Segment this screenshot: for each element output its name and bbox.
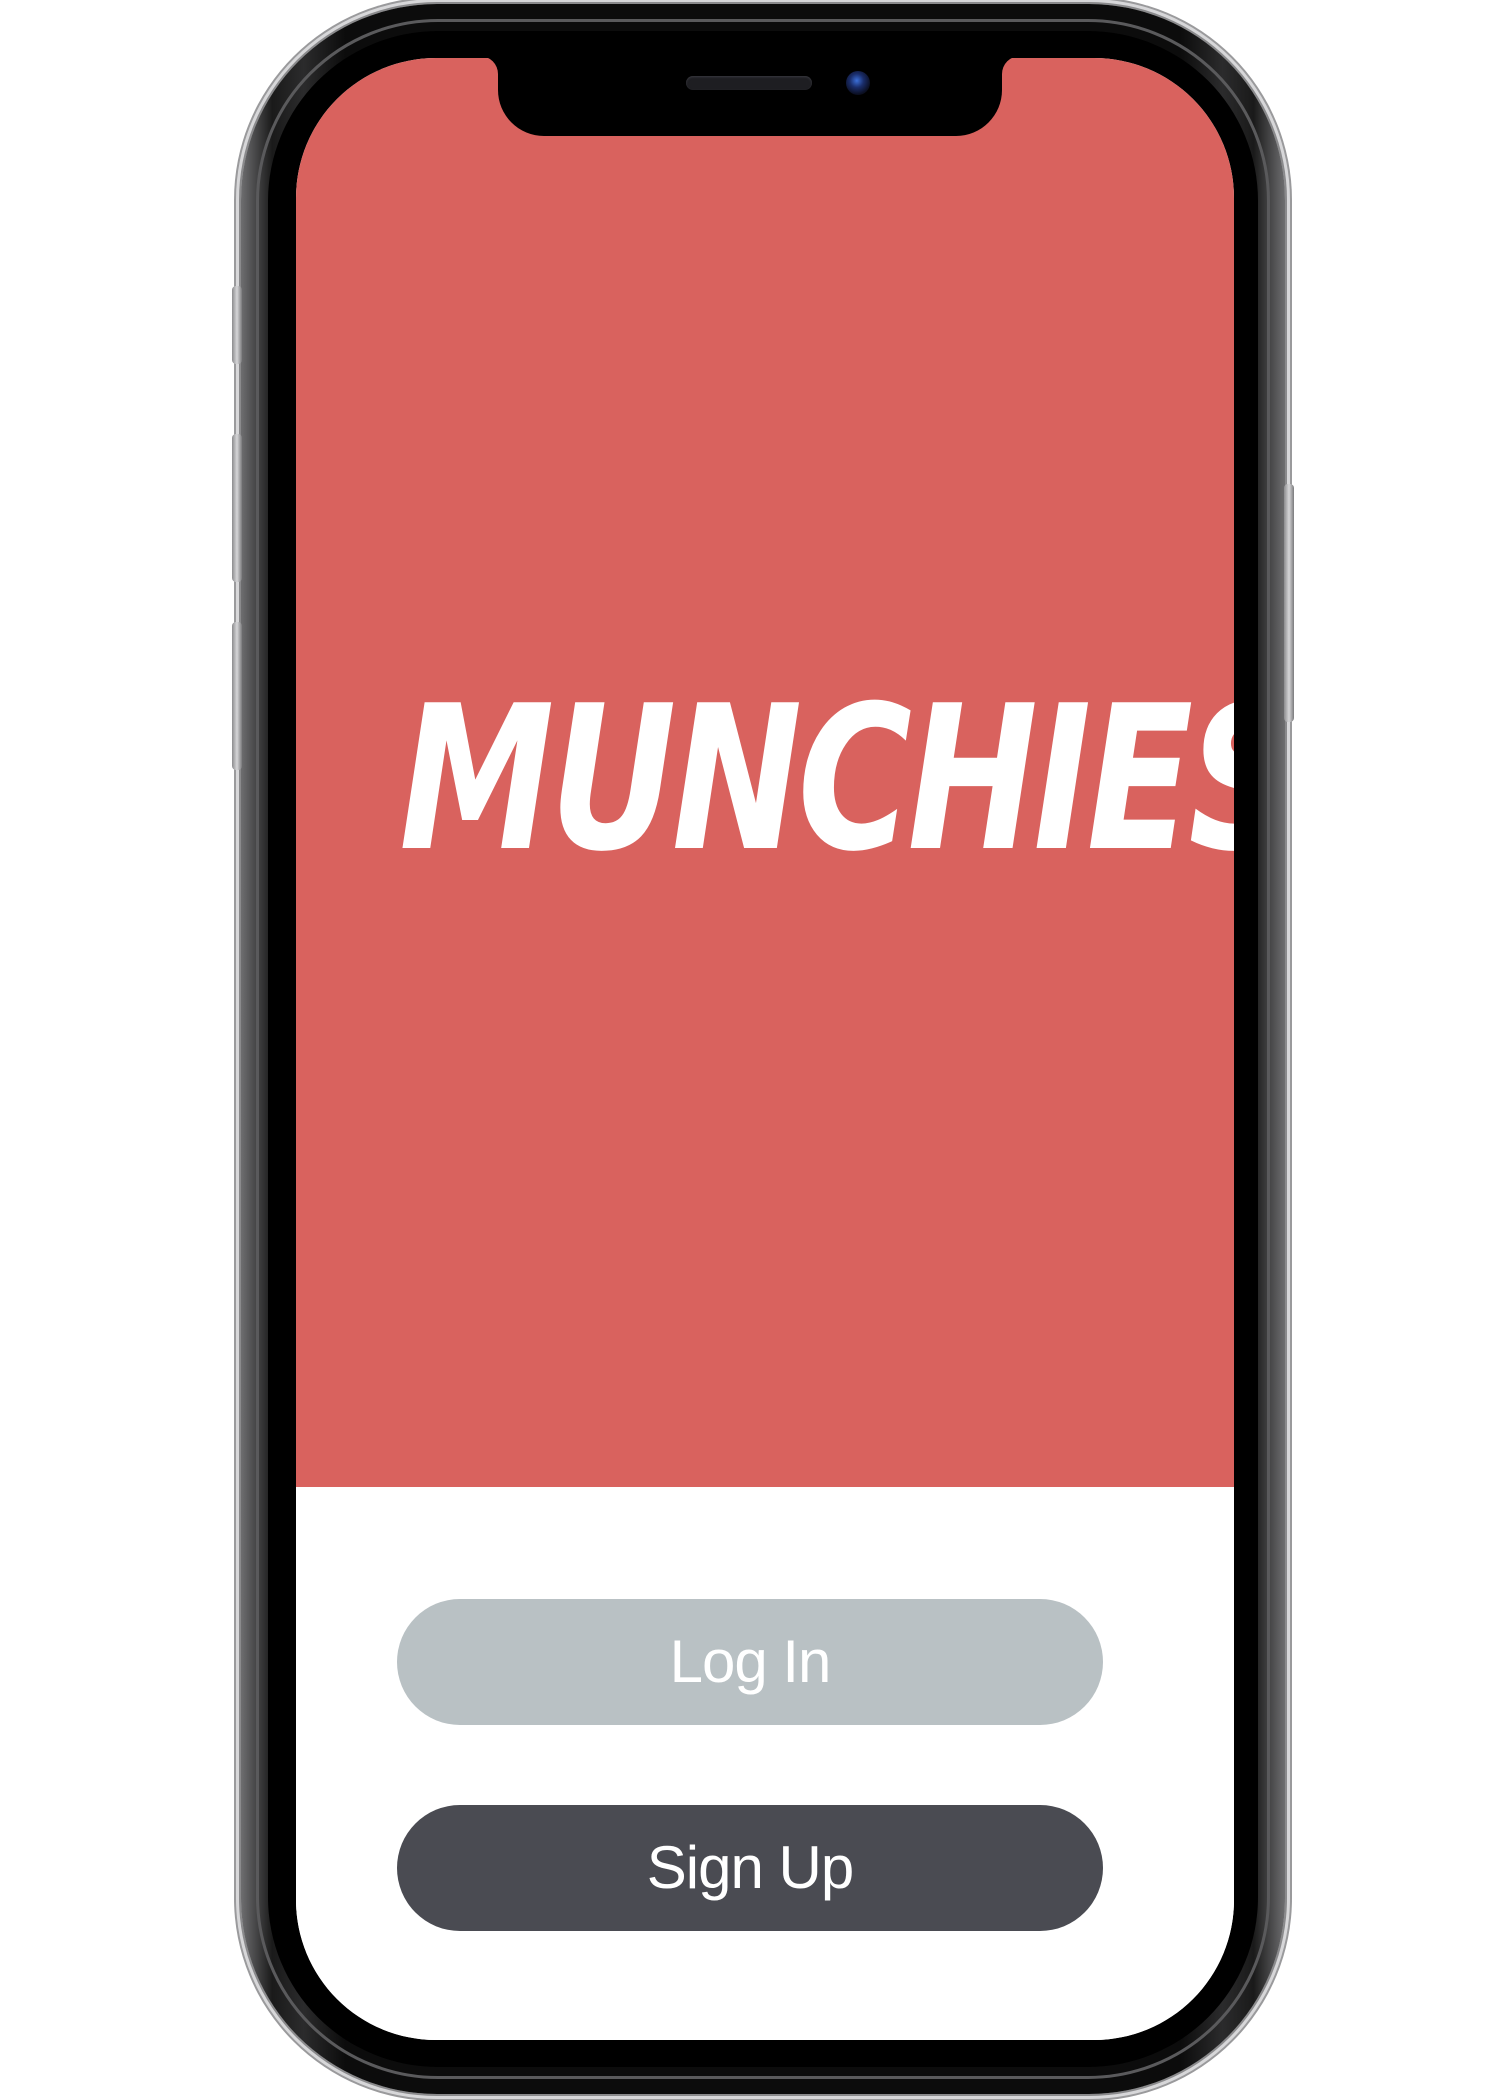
login-button[interactable]: Log In [397,1599,1103,1725]
auth-actions: Log In Sign Up [296,1487,1234,2040]
volume-down-button [232,622,242,770]
app-logo: MUNCHIES [399,663,1234,896]
app-screen: MUNCHIES Log In Sign Up [296,58,1234,2040]
power-button [1284,484,1294,722]
silent-switch [232,286,242,364]
display-notch [498,56,1002,136]
earpiece-speaker [686,76,812,90]
front-camera-icon [846,71,870,95]
signup-button[interactable]: Sign Up [397,1805,1103,1931]
splash-hero: MUNCHIES [296,58,1234,1487]
volume-up-button [232,434,242,582]
